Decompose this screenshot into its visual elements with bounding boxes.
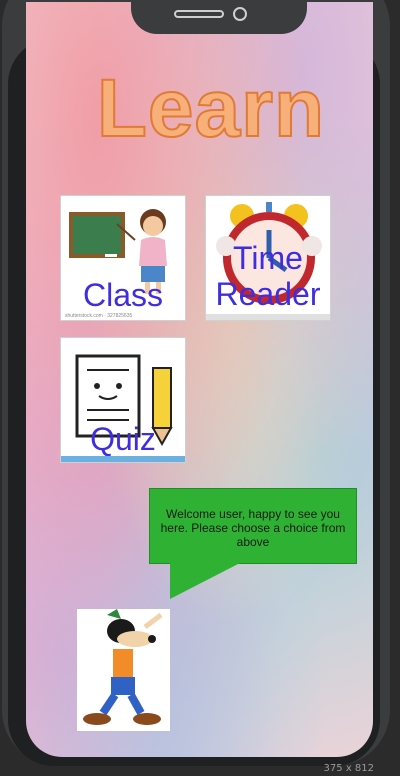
tile-footer-strip <box>61 456 185 462</box>
welcome-speech-bubble: Welcome user, happy to see you here. Ple… <box>149 488 357 564</box>
speech-bubble-tail <box>170 563 240 599</box>
time-reader-label: Time Reader <box>215 240 321 312</box>
mascot-image <box>77 609 170 731</box>
tile-footer-strip <box>206 314 330 320</box>
class-tile[interactable]: Class shutterstock.com · 327825635 <box>60 195 186 321</box>
class-label: Class <box>82 277 163 313</box>
page-title: Learn <box>96 62 326 155</box>
camera-icon <box>233 7 247 21</box>
goofy-mascot-icon <box>83 609 163 725</box>
quiz-tile[interactable]: Quiz <box>60 337 186 463</box>
quiz-label: Quiz <box>90 421 156 457</box>
dimensions-label: 375 x 812 <box>323 763 374 774</box>
speaker-icon <box>174 10 224 18</box>
class-caption: shutterstock.com · 327825635 <box>65 313 133 319</box>
time-reader-tile[interactable]: Time Reader <box>205 195 331 321</box>
